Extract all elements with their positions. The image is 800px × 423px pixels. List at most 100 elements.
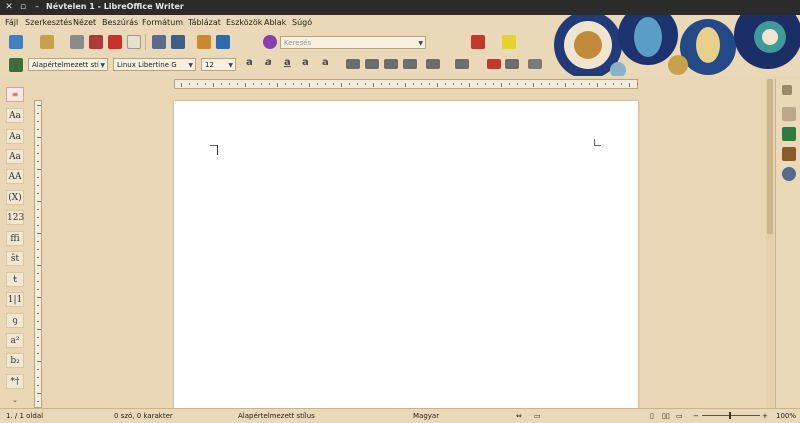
chevron-down-icon[interactable]: ⌄ [12, 396, 18, 404]
ruler-tick [37, 297, 41, 298]
ruler-tick [197, 83, 198, 85]
clone-format-icon[interactable] [197, 35, 211, 49]
ruler-tick [37, 113, 39, 114]
scrollbar-thumb[interactable] [767, 79, 773, 234]
zoom-level[interactable]: 100% [776, 412, 796, 420]
paragraph-style-combo[interactable]: Alapértelmezett stí ▼ [28, 58, 108, 71]
document-modified-icon[interactable]: ▭ [534, 412, 541, 420]
bullet-list-icon[interactable] [455, 59, 469, 69]
menu-format[interactable]: Formátum [142, 18, 183, 27]
zoom-out-icon[interactable]: − [693, 412, 699, 420]
style-roman-numerals[interactable]: (X) [6, 190, 24, 205]
layout-book-icon[interactable]: ▭ [676, 412, 683, 420]
style-capitalize[interactable]: Aa [6, 108, 24, 123]
sidebar-menu-icon[interactable] [782, 85, 792, 95]
justify-icon[interactable] [403, 59, 417, 69]
word-count[interactable]: 0 szó, 0 karakter [114, 412, 173, 420]
font-name-combo[interactable]: Linux Libertine G ▼ [113, 58, 196, 71]
search-input[interactable]: Keresés ▼ [280, 36, 426, 49]
menu-help[interactable]: Súgó [292, 18, 312, 27]
increase-indent-icon[interactable] [505, 59, 519, 69]
style-superscript[interactable]: a² [6, 333, 24, 348]
italic-icon[interactable]: a [265, 57, 272, 68]
print-preview-icon[interactable] [171, 35, 185, 49]
chevron-down-icon[interactable]: ▼ [100, 59, 105, 72]
style-ligatures[interactable]: ffi [6, 231, 24, 246]
layout-single-icon[interactable]: ▯ [650, 412, 654, 420]
gallery-icon[interactable] [782, 147, 796, 161]
strikethrough-icon[interactable]: a [302, 57, 309, 68]
close-icon[interactable]: ✕ [4, 2, 14, 12]
align-center-icon[interactable] [365, 59, 379, 69]
menu-view[interactable]: Nézet [73, 18, 96, 27]
export-pdf-icon[interactable] [108, 35, 122, 49]
style-swash[interactable]: ꝯ [6, 313, 24, 328]
paragraph-icon[interactable] [528, 59, 542, 69]
style-numerals[interactable]: 123 [6, 210, 24, 225]
ruler-tick [37, 225, 39, 226]
underline-icon[interactable]: a [284, 57, 291, 68]
document-page[interactable] [174, 101, 638, 409]
ruler-tick [37, 217, 39, 218]
zoom-slider[interactable] [702, 415, 760, 416]
ruler-tick [461, 83, 462, 85]
properties-icon[interactable] [782, 107, 796, 121]
ruler-tick [37, 209, 39, 210]
ruler-tick [493, 83, 494, 85]
edit-mode-icon[interactable] [152, 35, 166, 49]
style-uppercase[interactable]: AA [6, 169, 24, 184]
maximize-icon[interactable]: ▫ [18, 2, 28, 12]
navigator-icon[interactable] [782, 167, 796, 181]
page-style[interactable]: Alapértelmezett stílus [238, 412, 315, 420]
page-count[interactable]: 1. / 1 oldal [6, 412, 43, 420]
styles-icon[interactable] [782, 127, 796, 141]
zoom-slider-handle[interactable] [729, 412, 731, 419]
style-alternate[interactable]: ŧ [6, 272, 24, 287]
menu-edit[interactable]: Szerkesztés [25, 18, 72, 27]
style-subscript[interactable]: b₂ [6, 353, 24, 368]
style-tabular[interactable]: 1|1 [6, 292, 24, 307]
ruler-tick [573, 83, 574, 85]
ruler-tick [405, 83, 406, 87]
open-folder-icon[interactable] [40, 35, 54, 49]
zoom-in-icon[interactable]: + [762, 412, 768, 420]
formatting-marks-icon[interactable] [216, 35, 230, 49]
new-document-icon[interactable] [9, 35, 23, 49]
highlight-icon[interactable] [502, 35, 516, 49]
style-list-icon[interactable]: ≡ [6, 87, 24, 102]
styles-icon[interactable] [9, 58, 23, 72]
menu-window[interactable]: Ablak [264, 18, 286, 27]
bold-icon[interactable]: a [246, 57, 253, 68]
selection-mode-icon[interactable]: ⇔ [516, 412, 522, 420]
align-right-icon[interactable] [384, 59, 398, 69]
font-size-combo[interactable]: 12 ▼ [201, 58, 236, 71]
style-small-caps[interactable]: Aa [6, 149, 24, 164]
menu-insert[interactable]: Beszúrás [102, 18, 138, 27]
chevron-down-icon[interactable]: ▼ [418, 37, 423, 50]
align-left-icon[interactable] [346, 59, 360, 69]
menu-tools[interactable]: Eszközök [226, 18, 262, 27]
ruler-tick [37, 345, 39, 346]
layout-multi-icon[interactable]: ▯▯ [662, 412, 670, 420]
ruler-tick [509, 83, 510, 85]
menu-file[interactable]: Fájl [5, 18, 18, 27]
save-icon[interactable] [70, 35, 84, 49]
ruler-tick [37, 185, 39, 186]
style-title-case[interactable]: Aa [6, 129, 24, 144]
shadow-icon[interactable]: a [322, 57, 329, 68]
line-spacing-icon[interactable] [426, 59, 440, 69]
style-historic-ligatures[interactable]: ŝt [6, 251, 24, 266]
vertical-ruler[interactable] [34, 100, 42, 408]
export-icon[interactable] [89, 35, 103, 49]
chevron-down-icon[interactable]: ▼ [188, 59, 193, 72]
find-replace-icon[interactable] [263, 35, 277, 49]
menu-table[interactable]: Táblázat [188, 18, 221, 27]
horizontal-ruler[interactable] [174, 79, 638, 89]
font-color-icon[interactable] [471, 35, 485, 49]
chevron-down-icon[interactable]: ▼ [228, 59, 233, 72]
style-ornaments[interactable]: *† [6, 374, 24, 389]
language[interactable]: Magyar [413, 412, 439, 420]
email-icon[interactable] [127, 35, 141, 49]
minimize-icon[interactable]: – [32, 2, 42, 12]
decrease-indent-icon[interactable] [487, 59, 501, 69]
